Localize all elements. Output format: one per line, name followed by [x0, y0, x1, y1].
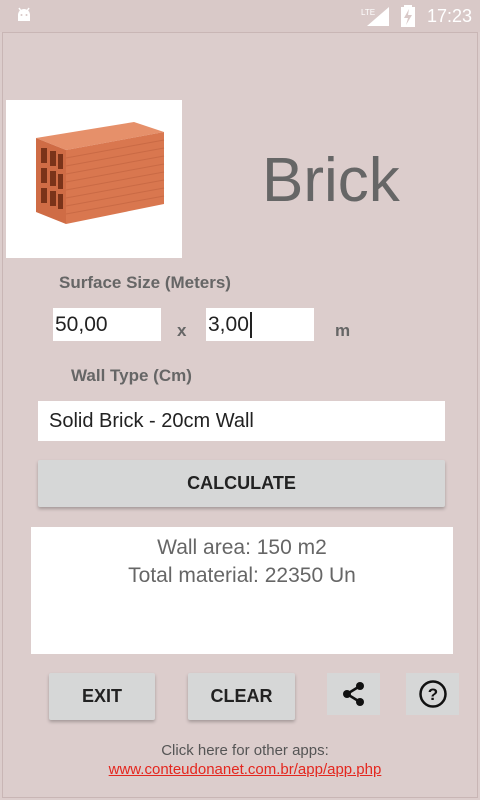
battery-charging-icon [400, 5, 415, 27]
surface-size-label: Surface Size (Meters) [59, 273, 231, 292]
page-title: Brick [262, 146, 400, 215]
android-icon [18, 7, 30, 21]
width-input[interactable]: 50,00 [53, 308, 161, 341]
calculate-button[interactable]: CALCULATE [38, 460, 445, 507]
footer-text: Click here for other apps: [161, 742, 329, 759]
share-icon [342, 682, 364, 706]
lte-text: LTE [361, 8, 375, 17]
width-value: 50,00 [55, 313, 108, 336]
wall-type-select[interactable]: Solid Brick - 20cm Wall [38, 401, 445, 441]
unit-label: m [335, 321, 351, 340]
status-time: 17:23 [426, 5, 472, 26]
height-input[interactable]: 3,00 [206, 308, 314, 341]
clear-button[interactable]: CLEAR [188, 673, 295, 720]
wall-type-label: Wall Type (Cm) [71, 366, 192, 385]
total-material-result: Total material: 22350 Un [128, 564, 356, 587]
wall-area-result: Wall area: 150 m2 [157, 536, 327, 559]
help-icon: ? [418, 680, 447, 708]
share-button[interactable] [327, 673, 380, 715]
text-caret [249, 312, 252, 339]
svg-text:?: ? [427, 685, 437, 704]
help-button[interactable]: ? [406, 673, 459, 715]
result-panel: Wall area: 150 m2 Total material: 22350 … [31, 527, 453, 654]
exit-button[interactable]: EXIT [49, 673, 155, 720]
status-bar: LTE 17:23 [0, 0, 480, 32]
height-value: 3,00 [208, 313, 249, 336]
lte-icon: LTE [361, 7, 389, 26]
footer-link[interactable]: www.conteudonanet.com.br/app/app.php [0, 761, 480, 778]
dimension-separator: x [177, 321, 187, 340]
brick-image [6, 100, 182, 258]
